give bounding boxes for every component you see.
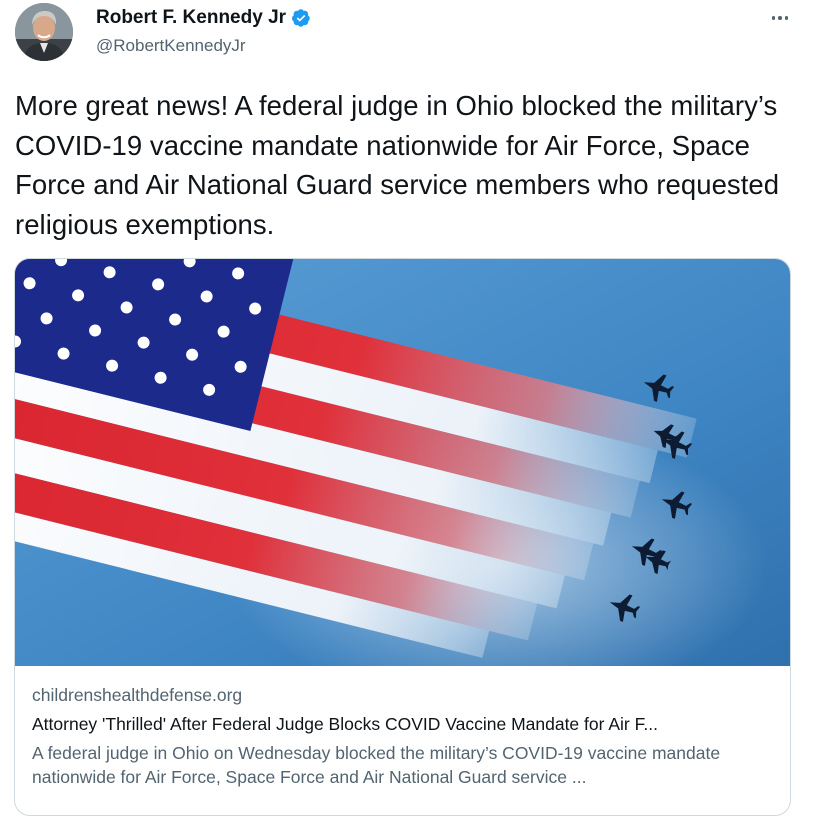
- link-title[interactable]: Attorney 'Thrilled' After Federal Judge …: [32, 713, 777, 735]
- link-domain: childrenshealthdefense.org: [32, 685, 243, 705]
- author-names: Robert F. Kennedy Jr @RobertKennedyJr: [96, 6, 311, 56]
- more-dot: [778, 16, 782, 20]
- more-horizontal-icon: [771, 16, 776, 20]
- name-row: Robert F. Kennedy Jr: [96, 6, 311, 30]
- flag-contrail-jets-image: [15, 259, 790, 666]
- more-dot: [784, 16, 789, 20]
- avatar[interactable]: [15, 3, 73, 61]
- link-card-image[interactable]: [15, 259, 790, 666]
- link-description: A federal judge in Ohio on Wednesday blo…: [32, 743, 721, 787]
- author-handle[interactable]: @RobertKennedyJr: [96, 36, 311, 56]
- tweet-text: More great news! A federal judge in Ohio…: [15, 90, 780, 240]
- link-card-body: childrenshealthdefense.org Attorney 'Thr…: [32, 684, 777, 789]
- link-card[interactable]: childrenshealthdefense.org Attorney 'Thr…: [14, 258, 791, 816]
- more-options-button[interactable]: [765, 6, 795, 30]
- verified-badge-icon: [292, 9, 310, 27]
- profile-photo-icon: [15, 3, 73, 61]
- tweet-header: Robert F. Kennedy Jr @RobertKennedyJr: [15, 0, 801, 70]
- author-name[interactable]: Robert F. Kennedy Jr: [96, 7, 286, 29]
- tweet: Robert F. Kennedy Jr @RobertKennedyJr Mo…: [0, 0, 816, 825]
